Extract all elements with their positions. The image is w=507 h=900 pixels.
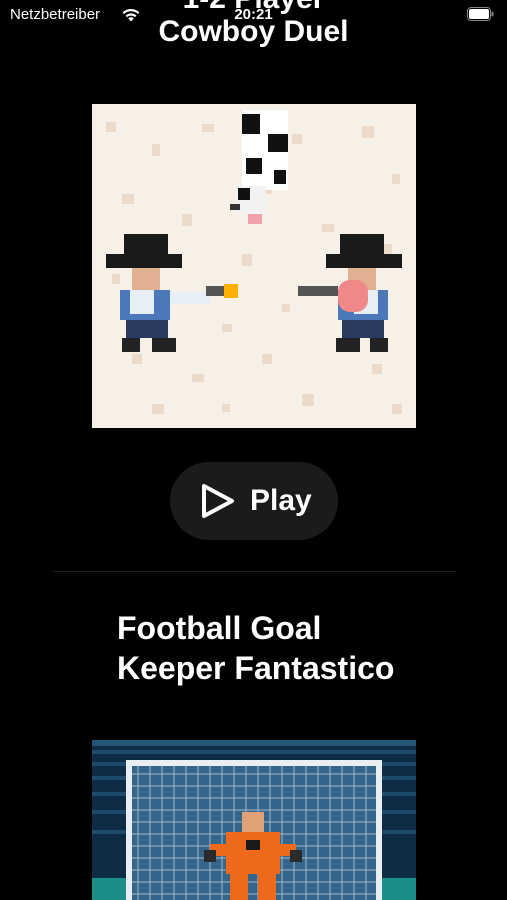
game-title-football: Football Goal Keeper Fantastico xyxy=(117,608,477,688)
play-label: Play xyxy=(250,484,312,517)
battery-icon xyxy=(467,7,494,21)
goalkeeper-illustration xyxy=(92,740,416,900)
cowboy-duel-artwork[interactable] xyxy=(92,104,416,428)
play-button[interactable]: Play xyxy=(170,462,338,540)
cowboy-duel-illustration xyxy=(92,104,416,428)
status-bar: Netzbetreiber 20:21 xyxy=(0,0,507,30)
game-title-line-1: Football Goal xyxy=(117,610,322,646)
section-divider xyxy=(52,571,456,572)
status-time: 20:21 xyxy=(234,6,273,23)
game-title-line-2: Keeper Fantastico xyxy=(117,650,395,686)
play-icon xyxy=(202,484,234,518)
football-keeper-artwork[interactable] xyxy=(92,740,416,900)
